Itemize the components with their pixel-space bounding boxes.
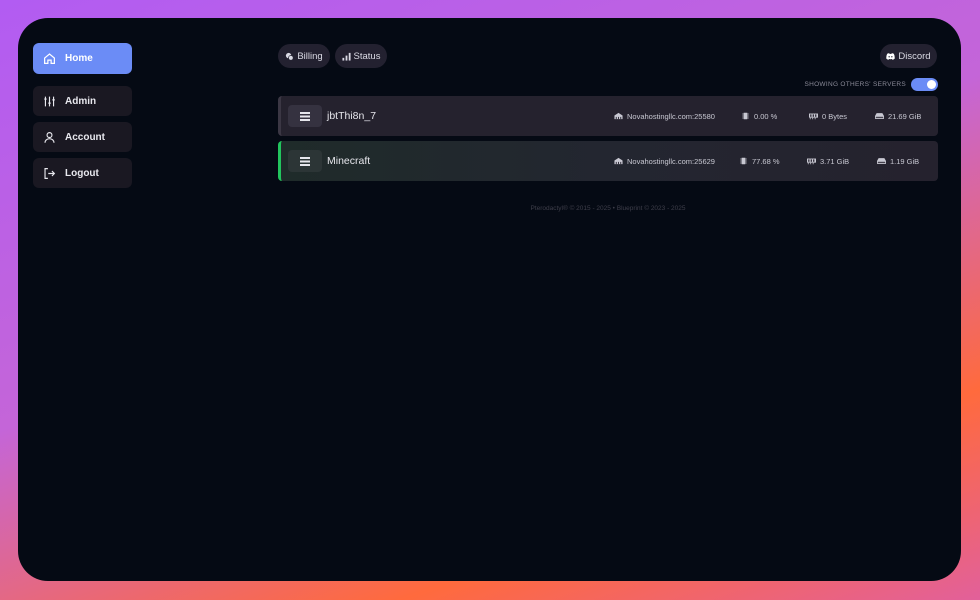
sidebar-item-label: Logout: [65, 167, 99, 179]
server-memory: 0 Bytes: [809, 96, 847, 136]
memory-icon: [809, 113, 818, 120]
logout-icon: [43, 167, 56, 180]
server-cpu: 77.68 %: [739, 141, 780, 181]
billing-label: Billing: [297, 50, 323, 62]
toggle-knob: [927, 80, 936, 89]
server-row[interactable]: jbtThi8n_7 Novahostingllc.com:25580 0.00…: [278, 96, 938, 136]
signal-bars-icon: [341, 52, 351, 61]
server-icon: [288, 150, 322, 172]
sidebar-item-account[interactable]: Account: [33, 122, 132, 152]
server-memory: 3.71 GiB: [807, 141, 849, 181]
server-name: jbtThi8n_7: [327, 110, 377, 122]
discord-icon: [886, 52, 896, 60]
others-servers-toggle[interactable]: [911, 78, 938, 91]
sidebar-item-home[interactable]: Home: [33, 43, 132, 74]
sidebar-item-label: Account: [65, 131, 105, 143]
server-icon: [288, 105, 322, 127]
user-icon: [43, 131, 56, 144]
server-disk: 21.69 GiB: [875, 96, 921, 136]
sidebar-item-label: Home: [65, 53, 93, 64]
others-servers-toggle-row: SHOWING OTHERS' SERVERS: [804, 78, 938, 91]
sidebar-item-label: Admin: [65, 95, 97, 107]
network-icon: [614, 112, 623, 120]
status-label: Status: [353, 50, 381, 62]
sidebar-item-admin[interactable]: Admin: [33, 86, 132, 116]
cpu-icon: [742, 112, 749, 120]
app-frame: Home Admin Account Logout Billing Status: [18, 18, 961, 581]
memory-icon: [807, 158, 816, 165]
server-cpu: 0.00 %: [741, 96, 777, 136]
server-name: Minecraft: [327, 155, 371, 167]
sidebar-item-logout[interactable]: Logout: [33, 158, 132, 188]
sliders-icon: [43, 95, 56, 108]
cpu-icon: [740, 157, 747, 165]
home-icon: [43, 52, 56, 65]
toggle-label: SHOWING OTHERS' SERVERS: [804, 81, 906, 88]
server-disk: 1.19 GiB: [877, 141, 919, 181]
discord-label: Discord: [898, 50, 931, 62]
status-button[interactable]: Status: [335, 44, 387, 68]
network-icon: [614, 157, 623, 165]
server-address: Novahostingllc.com:25629: [614, 141, 715, 181]
server-row[interactable]: Minecraft Novahostingllc.com:25629 77.68…: [278, 141, 938, 181]
disk-icon: [875, 113, 884, 119]
discord-button[interactable]: Discord: [880, 44, 937, 68]
billing-button[interactable]: Billing: [278, 44, 330, 68]
disk-icon: [877, 158, 886, 164]
footer-copyright: Pterodactyl® © 2015 - 2025 • Blueprint ©…: [530, 205, 686, 212]
server-address: Novahostingllc.com:25580: [614, 96, 715, 136]
coins-icon: [286, 52, 294, 61]
sidebar: Home Admin Account Logout: [33, 43, 133, 194]
